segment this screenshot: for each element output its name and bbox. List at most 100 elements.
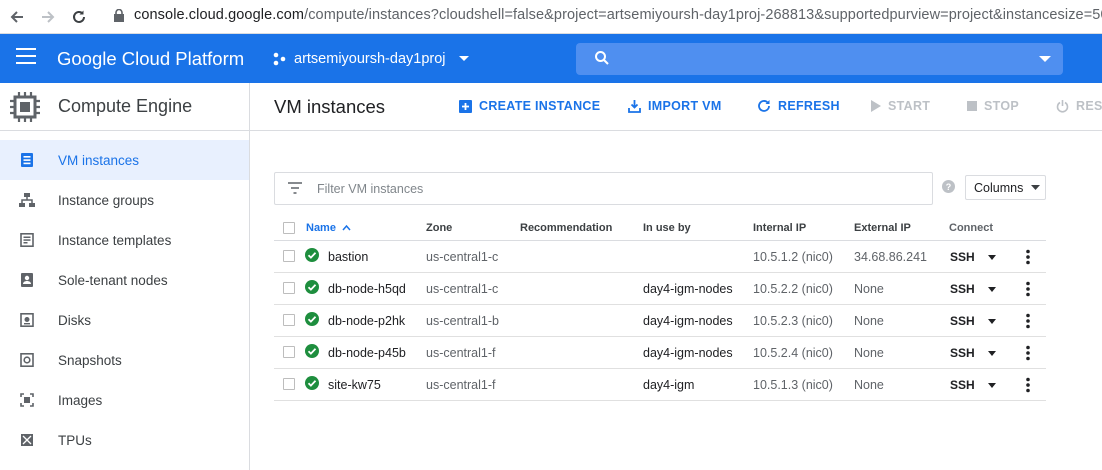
sidebar-item-label: Images (58, 392, 103, 408)
instance-name-link[interactable]: site-kw75 (328, 378, 381, 392)
table-row[interactable]: site-kw75 us-central1-f day4-igm 10.5.1.3 (… (274, 369, 1046, 401)
start-button[interactable]: START (871, 99, 930, 113)
sidebar-item-vm-instances[interactable]: VM instances (0, 140, 249, 180)
images-icon (18, 393, 36, 407)
ssh-button[interactable]: SSH (950, 378, 975, 392)
row-checkbox[interactable] (283, 250, 295, 262)
help-icon[interactable]: ? (942, 180, 955, 193)
caret-down-icon (458, 56, 469, 61)
project-selector[interactable]: artsemiyoursh-day1proj (272, 51, 470, 67)
more-vert-icon[interactable] (1026, 249, 1030, 265)
caret-down-icon[interactable] (988, 255, 996, 260)
play-icon (871, 100, 881, 112)
vm-instances-table: Name Zone Recommendation In use by Inter… (274, 215, 1046, 401)
row-checkbox[interactable] (283, 346, 295, 358)
caret-down-icon[interactable] (988, 287, 996, 292)
project-dots-icon (273, 52, 286, 66)
refresh-button[interactable]: REFRESH (757, 99, 840, 113)
sidebar-item-sole-tenant-nodes[interactable]: Sole-tenant nodes (0, 260, 249, 300)
action-toolbar: VM instances CREATE INSTANCE IMPORT VM R… (250, 83, 1102, 131)
stop-button[interactable]: STOP (967, 99, 1019, 113)
internal-ip-cell: 10.5.2.4 (nic0) (753, 346, 833, 360)
status-running-icon (305, 248, 319, 262)
sidebar-item-tpus[interactable]: TPUs (0, 420, 249, 460)
back-button[interactable] (3, 3, 31, 31)
internal-ip-cell: 10.5.1.2 (nic0) (753, 250, 833, 264)
sidebar-item-disks[interactable]: Disks (0, 300, 249, 340)
more-vert-icon[interactable] (1026, 313, 1030, 329)
reload-button[interactable] (65, 3, 93, 31)
sidebar-item-label: VM instances (58, 152, 140, 168)
platform-title[interactable]: Google Cloud Platform (57, 48, 244, 70)
more-vert-icon[interactable] (1026, 377, 1030, 393)
table-row[interactable]: bastion us-central1-c 10.5.1.2 (nic0) 34.68… (274, 241, 1046, 273)
col-in-use-by-header[interactable]: In use by (643, 222, 691, 234)
url-path: /compute/instances?cloudshell=false&proj… (304, 7, 1102, 23)
arrow-right-icon (42, 10, 55, 23)
select-all-checkbox[interactable] (283, 222, 295, 234)
instance-name-link[interactable]: db-node-h5qd (328, 282, 406, 296)
filter-input[interactable]: Filter VM instances (274, 172, 933, 205)
in-use-by-link[interactable]: day4-igm (643, 378, 694, 392)
add-box-icon (459, 99, 472, 113)
row-checkbox[interactable] (283, 314, 295, 326)
row-checkbox[interactable] (283, 378, 295, 390)
col-internal-ip-header[interactable]: Internal IP (753, 222, 806, 234)
sidebar-item-instance-groups[interactable]: Instance groups (0, 180, 249, 220)
status-running-icon (305, 344, 319, 358)
ssh-button[interactable]: SSH (950, 282, 975, 296)
external-ip-cell: None (854, 314, 884, 328)
internal-ip-cell: 10.5.2.3 (nic0) (753, 314, 833, 328)
col-external-ip-header[interactable]: External IP (854, 222, 911, 234)
instance-name-link[interactable]: db-node-p2hk (328, 314, 405, 328)
caret-down-icon[interactable] (988, 383, 996, 388)
ssh-button[interactable]: SSH (950, 346, 975, 360)
filter-placeholder: Filter VM instances (317, 182, 424, 196)
columns-button[interactable]: Columns (965, 175, 1046, 200)
address-bar[interactable]: console.cloud.google.com/compute/instanc… (134, 7, 1102, 23)
in-use-by-link[interactable]: day4-igm-nodes (643, 314, 733, 328)
in-use-by-link[interactable]: day4-igm-nodes (643, 282, 733, 296)
instance-name-link[interactable]: bastion (328, 250, 368, 264)
table-row[interactable]: db-node-p45b us-central1-f day4-igm-nodes 1… (274, 337, 1046, 369)
sidebar-item-snapshots[interactable]: Snapshots (0, 340, 249, 380)
sidebar-item-instance-templates[interactable]: Instance templates (0, 220, 249, 260)
reset-button[interactable]: RESET (1056, 99, 1102, 113)
sidebar-item-label: Disks (58, 312, 91, 328)
main-content: VM instances CREATE INSTANCE IMPORT VM R… (250, 83, 1102, 470)
row-checkbox[interactable] (283, 282, 295, 294)
search-input[interactable] (576, 43, 1063, 75)
sidebar-item-label: TPUs (58, 432, 92, 448)
col-recommendation-header[interactable]: Recommendation (520, 222, 612, 234)
more-vert-icon[interactable] (1026, 281, 1030, 297)
table-row[interactable]: db-node-h5qd us-central1-c day4-igm-nodes 1… (274, 273, 1046, 305)
snapshot-icon (18, 353, 36, 367)
import-vm-button[interactable]: IMPORT VM (628, 99, 722, 113)
in-use-by-link[interactable]: day4-igm-nodes (643, 346, 733, 360)
caret-down-icon[interactable] (988, 319, 996, 324)
product-header: Compute Engine (0, 83, 249, 131)
sidebar-item-label: Sole-tenant nodes (58, 272, 168, 288)
ssh-button[interactable]: SSH (950, 250, 975, 264)
zone-cell: us-central1-b (426, 314, 499, 328)
caret-down-icon[interactable] (988, 351, 996, 356)
menu-icon[interactable] (16, 48, 36, 68)
import-icon (628, 99, 641, 113)
refresh-label: REFRESH (778, 99, 840, 113)
zone-cell: us-central1-f (426, 346, 496, 360)
zone-cell: us-central1-c (426, 250, 499, 264)
import-vm-label: IMPORT VM (648, 99, 722, 113)
table-body: bastion us-central1-c 10.5.1.2 (nic0) 34.68… (274, 241, 1046, 401)
ssh-button[interactable]: SSH (950, 314, 975, 328)
col-name-header[interactable]: Name (306, 222, 351, 234)
sidebar: Compute Engine VM instances Instance gro… (0, 83, 250, 470)
table-row[interactable]: db-node-p2hk us-central1-b day4-igm-nodes 1… (274, 305, 1046, 337)
instance-name-link[interactable]: db-node-p45b (328, 346, 406, 360)
forward-button[interactable] (34, 3, 62, 31)
start-label: START (888, 99, 931, 113)
status-running-icon (305, 376, 319, 390)
more-vert-icon[interactable] (1026, 345, 1030, 361)
create-instance-button[interactable]: CREATE INSTANCE (459, 99, 600, 113)
sidebar-item-images[interactable]: Images (0, 380, 249, 420)
col-zone-header[interactable]: Zone (426, 222, 452, 234)
